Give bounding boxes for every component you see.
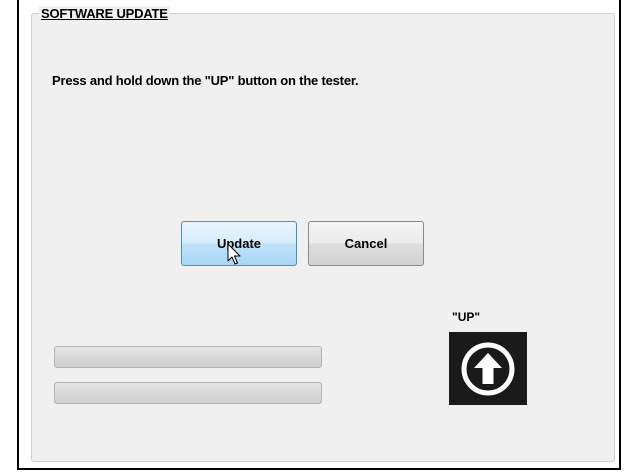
progress-bar-primary	[54, 346, 322, 368]
update-button-label: Update	[216, 236, 262, 251]
progress-bar-secondary	[54, 382, 322, 404]
cancel-button-label: Cancel	[344, 236, 388, 251]
up-indicator	[449, 332, 527, 405]
arrow-up-circle-icon	[461, 342, 515, 395]
update-button[interactable]: Update	[181, 221, 297, 266]
software-update-title: SOFTWARE UPDATE	[39, 6, 170, 22]
up-indicator-label: "UP"	[452, 310, 481, 324]
instruction-text: Press and hold down the "UP" button on t…	[52, 73, 359, 88]
cancel-button[interactable]: Cancel	[308, 221, 424, 266]
